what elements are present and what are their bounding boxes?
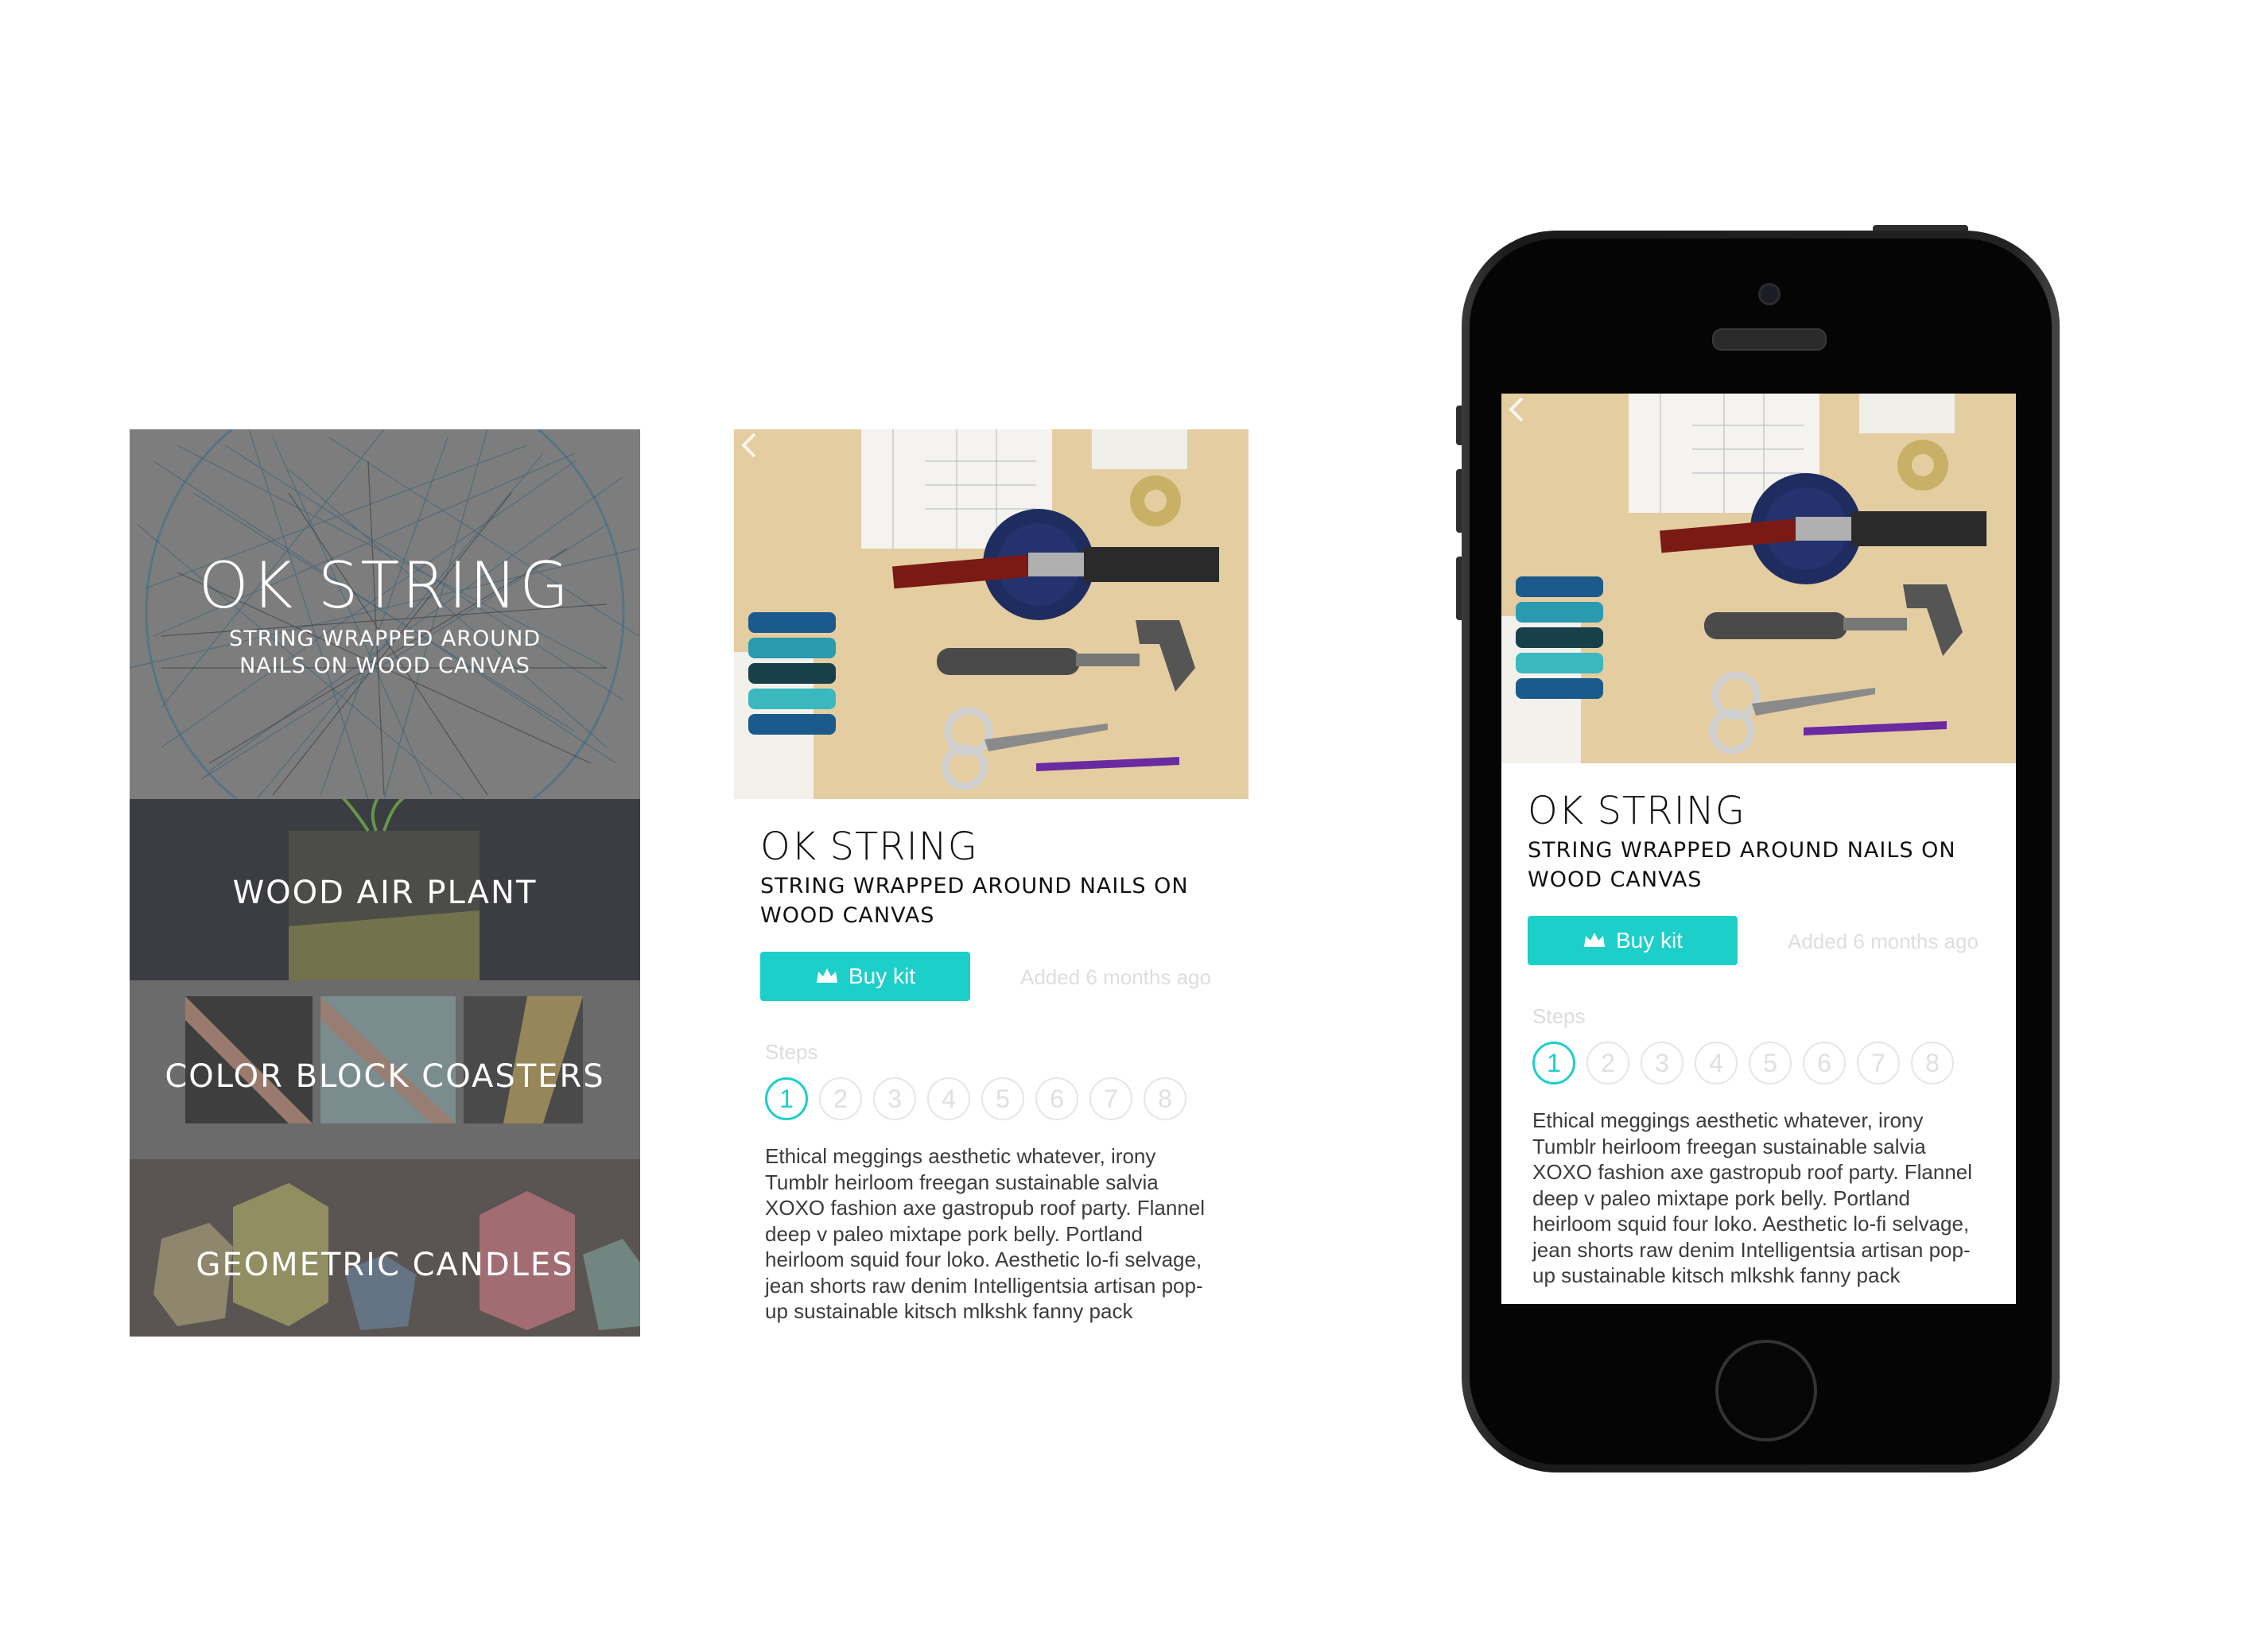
- project-subtitle: STRING WRAPPED AROUND NAILS ON WOOD CANV…: [1528, 838, 1956, 892]
- hero-subtitle: STRING WRAPPED AROUND NAILS ON WOOD CANV…: [228, 627, 542, 678]
- buy-kit-label: Buy kit: [1615, 928, 1684, 953]
- steps-pager: 1 2 3 4 5 6 7 8: [1532, 1042, 1954, 1084]
- steps-label: Steps: [765, 1040, 818, 1064]
- step-5[interactable]: 5: [1749, 1042, 1792, 1084]
- kit-supplies-photo: [1501, 394, 2016, 763]
- step-2[interactable]: 2: [1586, 1042, 1629, 1084]
- project-title: OK STRING: [760, 824, 978, 869]
- step-8[interactable]: 8: [1144, 1077, 1186, 1120]
- project-list-screen: OK STRING STRING WRAPPED AROUND NAILS ON…: [130, 429, 640, 1337]
- step-description: Ethical meggings aesthetic whatever, iro…: [1532, 1108, 1973, 1287]
- hero-title: OK STRING: [198, 549, 572, 623]
- step-1[interactable]: 1: [765, 1077, 808, 1120]
- step-7[interactable]: 7: [1857, 1042, 1900, 1084]
- step-3[interactable]: 3: [873, 1077, 916, 1120]
- step-7[interactable]: 7: [1089, 1077, 1132, 1120]
- list-item-label: COLOR BLOCK COASTERS: [165, 1058, 605, 1095]
- step-6[interactable]: 6: [1803, 1042, 1846, 1084]
- added-date: Added 6 months ago: [1020, 965, 1211, 989]
- step-4[interactable]: 4: [1695, 1042, 1738, 1084]
- buy-kit-label: Buy kit: [848, 964, 916, 988]
- list-item-wood-air-plant[interactable]: WOOD AIR PLANT: [130, 799, 640, 980]
- buy-kit-button[interactable]: Buy kit: [760, 952, 970, 1001]
- chevron-left-icon[interactable]: [734, 429, 766, 461]
- step-4[interactable]: 4: [927, 1077, 970, 1120]
- kit-supplies-photo: [734, 429, 1249, 799]
- crown-icon: [1583, 933, 1605, 947]
- step-8[interactable]: 8: [1911, 1042, 1954, 1084]
- step-2[interactable]: 2: [819, 1077, 862, 1120]
- list-item-geometric-candles[interactable]: GEOMETRIC CANDLES: [130, 1159, 640, 1337]
- list-item-color-block-coasters[interactable]: COLOR BLOCK COASTERS: [130, 980, 640, 1159]
- steps-label: Steps: [1532, 1004, 1586, 1028]
- step-3[interactable]: 3: [1641, 1042, 1684, 1084]
- step-description: Ethical meggings aesthetic whatever, iro…: [765, 1144, 1206, 1323]
- phone-detail-screen: OK STRING STRING WRAPPED AROUND NAILS ON…: [1501, 394, 2016, 1304]
- list-item-label: WOOD AIR PLANT: [232, 875, 538, 911]
- step-5[interactable]: 5: [981, 1077, 1024, 1120]
- front-camera: [1758, 283, 1781, 305]
- project-title: OK STRING: [1528, 789, 1746, 833]
- step-6[interactable]: 6: [1035, 1077, 1078, 1120]
- buy-kit-button[interactable]: Buy kit: [1528, 916, 1738, 965]
- earpiece-speaker: [1712, 328, 1827, 351]
- list-hero-ok-string[interactable]: OK STRING STRING WRAPPED AROUND NAILS ON…: [130, 429, 640, 799]
- project-subtitle: STRING WRAPPED AROUND NAILS ON WOOD CANV…: [760, 874, 1189, 928]
- chevron-left-icon[interactable]: [1501, 394, 1533, 425]
- added-date: Added 6 months ago: [1788, 929, 1979, 953]
- detail-screen: OK STRING STRING WRAPPED AROUND NAILS ON…: [734, 429, 1249, 1344]
- steps-pager: 1 2 3 4 5 6 7 8: [765, 1077, 1186, 1120]
- crown-icon: [816, 968, 837, 983]
- step-1[interactable]: 1: [1532, 1042, 1575, 1084]
- list-item-label: GEOMETRIC CANDLES: [196, 1247, 574, 1283]
- home-button: [1715, 1340, 1817, 1441]
